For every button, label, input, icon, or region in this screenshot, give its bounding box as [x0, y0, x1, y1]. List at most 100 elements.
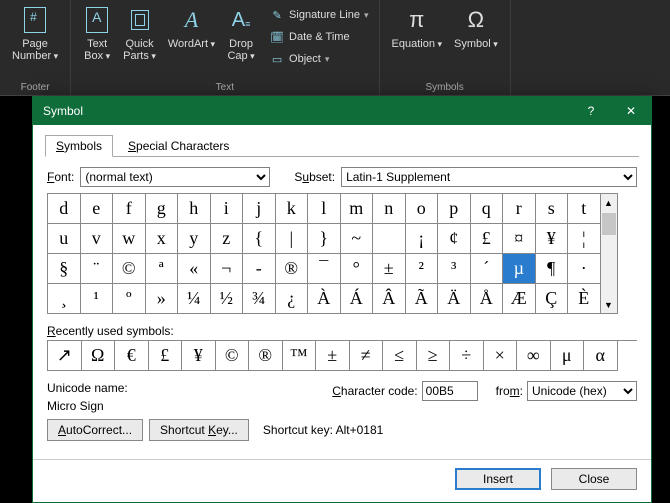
char-cell[interactable]: ¥ — [536, 224, 569, 254]
recent-cell[interactable]: μ — [551, 341, 585, 371]
char-cell[interactable]: ¸ — [48, 284, 81, 314]
scroll-down-button[interactable]: ▼ — [601, 296, 617, 313]
recent-cell[interactable]: ÷ — [450, 341, 484, 371]
recent-cell[interactable]: € — [115, 341, 149, 371]
recent-cell[interactable]: ∞ — [517, 341, 551, 371]
char-cell[interactable]: È — [568, 284, 601, 314]
char-cell[interactable]: v — [81, 224, 114, 254]
char-cell[interactable]: ¨ — [81, 254, 114, 284]
char-cell[interactable] — [373, 224, 406, 254]
dialog-titlebar[interactable]: Symbol ? ✕ — [33, 97, 651, 125]
recent-cell[interactable]: α — [584, 341, 618, 371]
char-cell[interactable]: w — [113, 224, 146, 254]
object-button[interactable]: ▭ Object — [265, 50, 372, 68]
recent-cell[interactable]: £ — [149, 341, 183, 371]
tab-special-characters[interactable]: Special Characters — [117, 135, 240, 157]
scroll-up-button[interactable]: ▲ — [601, 194, 617, 211]
grid-scrollbar[interactable]: ▲ ▼ — [601, 193, 618, 314]
char-cell[interactable]: Â — [373, 284, 406, 314]
char-cell[interactable]: e — [81, 194, 114, 224]
char-cell[interactable]: z — [211, 224, 244, 254]
char-cell[interactable]: j — [243, 194, 276, 224]
char-cell[interactable]: h — [178, 194, 211, 224]
from-select[interactable]: Unicode (hex) — [527, 381, 637, 401]
page-number-button[interactable]: # Page Number — [6, 2, 64, 72]
char-cell[interactable]: ³ — [438, 254, 471, 284]
shortcut-key-button[interactable]: Shortcut Key... — [149, 419, 249, 441]
char-cell[interactable]: © — [113, 254, 146, 284]
recent-cell[interactable]: ™ — [283, 341, 317, 371]
char-cell[interactable]: t — [568, 194, 601, 224]
char-cell[interactable]: { — [243, 224, 276, 254]
wordart-button[interactable]: A WordArt — [162, 2, 221, 72]
text-box-button[interactable]: A Text Box — [77, 2, 117, 72]
recent-cell[interactable]: × — [484, 341, 518, 371]
char-cell[interactable]: ¦ — [568, 224, 601, 254]
char-cell[interactable]: ¬ — [211, 254, 244, 284]
char-cell[interactable]: f — [113, 194, 146, 224]
char-cell[interactable]: » — [146, 284, 179, 314]
char-cell[interactable]: ¾ — [243, 284, 276, 314]
char-cell[interactable]: À — [308, 284, 341, 314]
close-x-button[interactable]: ✕ — [611, 97, 651, 125]
date-time-button[interactable]: 🗓 Date & Time — [265, 28, 372, 46]
char-cell[interactable]: k — [276, 194, 309, 224]
char-cell[interactable]: p — [438, 194, 471, 224]
tab-symbols[interactable]: Symbols — [45, 135, 113, 157]
char-cell[interactable]: ¹ — [81, 284, 114, 314]
equation-button[interactable]: π Equation — [386, 2, 448, 72]
char-cell[interactable]: ² — [406, 254, 439, 284]
char-cell[interactable]: ª — [146, 254, 179, 284]
recent-cell[interactable]: ↗ — [48, 341, 82, 371]
char-cell[interactable]: i — [211, 194, 244, 224]
char-cell[interactable]: ¯ — [308, 254, 341, 284]
signature-line-button[interactable]: ✎ Signature Line — [265, 6, 372, 24]
char-cell[interactable]: µ — [503, 254, 536, 284]
recent-cell[interactable]: ± — [316, 341, 350, 371]
char-cell[interactable]: n — [373, 194, 406, 224]
insert-button[interactable]: Insert — [455, 468, 541, 490]
char-cell[interactable]: r — [503, 194, 536, 224]
char-cell[interactable]: § — [48, 254, 81, 284]
char-cell[interactable]: s — [536, 194, 569, 224]
char-cell[interactable]: ® — [276, 254, 309, 284]
char-cell[interactable]: y — [178, 224, 211, 254]
symbol-button[interactable]: Ω Symbol — [448, 2, 504, 72]
char-cell[interactable]: £ — [471, 224, 504, 254]
char-cell[interactable]: ¶ — [536, 254, 569, 284]
char-cell[interactable]: ´ — [471, 254, 504, 284]
char-cell[interactable]: Ã — [406, 284, 439, 314]
char-cell[interactable]: ¡ — [406, 224, 439, 254]
char-cell[interactable]: x — [146, 224, 179, 254]
drop-cap-button[interactable]: A≡ Drop Cap — [221, 2, 261, 72]
char-cell[interactable]: } — [308, 224, 341, 254]
subset-select[interactable]: Latin-1 Supplement — [341, 167, 637, 187]
char-code-input[interactable] — [422, 381, 478, 401]
char-cell[interactable]: Å — [471, 284, 504, 314]
scroll-thumb[interactable] — [602, 213, 616, 235]
char-cell[interactable]: Æ — [503, 284, 536, 314]
char-cell[interactable]: g — [146, 194, 179, 224]
recent-cell[interactable]: © — [216, 341, 250, 371]
char-cell[interactable]: ~ — [341, 224, 374, 254]
recent-cell[interactable]: ≥ — [417, 341, 451, 371]
char-cell[interactable]: Ä — [438, 284, 471, 314]
autocorrect-button[interactable]: AutoCorrect... — [47, 419, 143, 441]
recent-grid[interactable]: ↗Ω€£¥©®™±≠≤≥÷×∞μα — [47, 340, 637, 371]
char-cell[interactable]: º — [113, 284, 146, 314]
char-cell[interactable]: l — [308, 194, 341, 224]
help-button[interactable]: ? — [571, 97, 611, 125]
scroll-track[interactable] — [601, 211, 617, 296]
char-cell[interactable]: q — [471, 194, 504, 224]
char-cell[interactable]: ° — [341, 254, 374, 284]
char-cell[interactable]: · — [568, 254, 601, 284]
char-cell[interactable]: ½ — [211, 284, 244, 314]
recent-cell[interactable]: Ω — [82, 341, 116, 371]
close-button[interactable]: Close — [551, 468, 637, 490]
recent-cell[interactable]: ¥ — [182, 341, 216, 371]
char-cell[interactable]: ¢ — [438, 224, 471, 254]
char-cell[interactable]: | — [276, 224, 309, 254]
char-cell[interactable]: u — [48, 224, 81, 254]
recent-cell[interactable]: ® — [249, 341, 283, 371]
recent-cell[interactable]: ≠ — [350, 341, 384, 371]
